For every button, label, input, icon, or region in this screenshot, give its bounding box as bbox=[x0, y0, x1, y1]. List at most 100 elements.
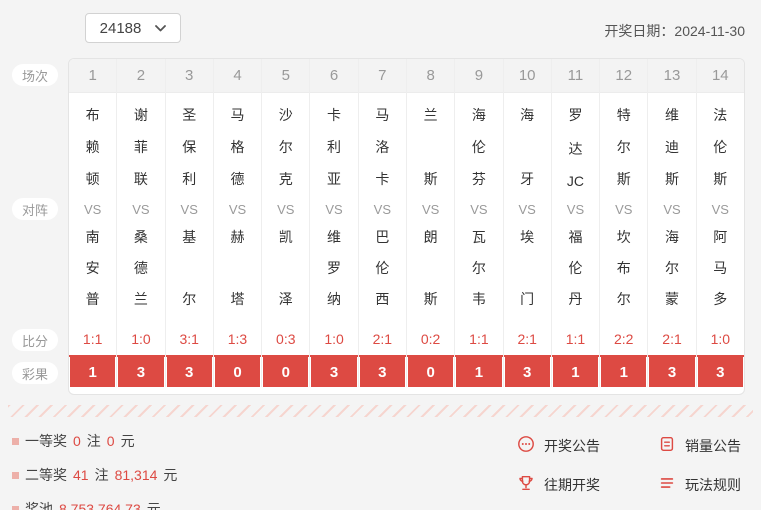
home-team-cell: 卡利亚 bbox=[310, 93, 357, 195]
team-name-char: 法 bbox=[713, 105, 727, 125]
row-label-match-no: 场次 bbox=[12, 64, 58, 86]
team-name-char: 南 bbox=[86, 227, 100, 247]
prize-label: 奖池 bbox=[25, 499, 53, 510]
match-column: 5沙尔克VS凯泽0:30 bbox=[262, 59, 310, 387]
team-name-char: 牙 bbox=[520, 169, 534, 189]
team-name-char: 顿 bbox=[86, 169, 100, 189]
score-cell: 1:1 bbox=[455, 323, 502, 357]
home-team-cell: 马洛卡 bbox=[359, 93, 406, 195]
team-name-char: 兰 bbox=[134, 289, 148, 309]
team-name-char: 尔 bbox=[617, 289, 631, 309]
result-cell: 1 bbox=[553, 357, 598, 387]
vs-cell: VS bbox=[262, 195, 309, 223]
match-number-cell: 12 bbox=[600, 59, 647, 93]
vs-cell: VS bbox=[504, 195, 551, 223]
result-cell: 3 bbox=[505, 357, 550, 387]
team-name-char: 特 bbox=[617, 105, 631, 125]
team-name-char: 德 bbox=[230, 169, 244, 189]
team-name-char: 海 bbox=[520, 105, 534, 125]
match-number-cell: 13 bbox=[648, 59, 695, 93]
home-team-cell: 沙尔克 bbox=[262, 93, 309, 195]
away-team-cell: 瓦尔韦 bbox=[455, 223, 502, 323]
result-cell: 1 bbox=[456, 357, 501, 387]
match-number-cell: 2 bbox=[117, 59, 164, 93]
team-name-char: 马 bbox=[375, 105, 389, 125]
result-cell: 3 bbox=[311, 357, 356, 387]
home-team-cell: 布赖顿 bbox=[69, 93, 116, 195]
result-cell: 3 bbox=[698, 357, 743, 387]
prize-amount: 81,314 bbox=[115, 467, 158, 483]
away-team-cell: 巴伦西 bbox=[359, 223, 406, 323]
team-name-char: 朗 bbox=[424, 227, 438, 247]
team-name-char: 西 bbox=[375, 289, 389, 309]
zigzag-separator bbox=[8, 405, 753, 417]
prize-label: 一等奖 bbox=[25, 431, 67, 451]
team-name-char: 德 bbox=[134, 258, 148, 278]
match-column: 13维迪斯VS海尔蒙2:13 bbox=[648, 59, 696, 387]
footer-link-label: 销量公告 bbox=[685, 436, 741, 456]
score-cell: 2:1 bbox=[648, 323, 695, 357]
away-team-cell: 维罗纳 bbox=[310, 223, 357, 323]
home-team-cell: 谢菲联 bbox=[117, 93, 164, 195]
match-number-cell: 14 bbox=[697, 59, 744, 93]
footer-link-rules[interactable]: 玩法规则 bbox=[658, 474, 741, 495]
match-column: 4马格德VS赫塔1:30 bbox=[214, 59, 262, 387]
draw-date: 开奖日期：2024-11-30 bbox=[604, 21, 745, 41]
team-name-char: 门 bbox=[520, 289, 534, 309]
team-name-char: 达 bbox=[568, 139, 582, 159]
result-cell: 0 bbox=[408, 357, 453, 387]
result-cell: 0 bbox=[263, 357, 308, 387]
match-number-cell: 6 bbox=[310, 59, 357, 93]
home-team-cell: 马格德 bbox=[214, 93, 261, 195]
prize-amount-unit: 元 bbox=[147, 499, 161, 510]
footer-link-announcement[interactable]: 开奖公告 bbox=[517, 435, 600, 456]
team-name-char: 亚 bbox=[327, 169, 341, 189]
away-team-cell: 基尔 bbox=[166, 223, 213, 323]
prize-count-unit: 注 bbox=[95, 465, 109, 485]
prize-amount: 8,753,764.73 bbox=[59, 501, 141, 510]
team-name-char: 赫 bbox=[230, 227, 244, 247]
prize-amount-unit: 元 bbox=[121, 431, 135, 451]
away-team-cell: 福伦丹 bbox=[552, 223, 599, 323]
row-label-rail: 场次 对阵 比分 彩果 bbox=[0, 58, 68, 395]
team-name-char: 埃 bbox=[520, 227, 534, 247]
team-name-char: 布 bbox=[617, 258, 631, 278]
match-column: 2谢菲联VS桑德兰1:03 bbox=[117, 59, 165, 387]
footer-link-trophy[interactable]: 往期开奖 bbox=[517, 474, 600, 495]
chevron-down-icon bbox=[155, 25, 166, 32]
match-column: 7马洛卡VS巴伦西2:13 bbox=[359, 59, 407, 387]
score-cell: 3:1 bbox=[166, 323, 213, 357]
team-name-char: 韦 bbox=[472, 289, 486, 309]
team-name-char: 联 bbox=[134, 169, 148, 189]
team-name-char: 丹 bbox=[568, 289, 582, 309]
bullet-icon bbox=[12, 472, 19, 479]
home-team-cell: 圣保利 bbox=[166, 93, 213, 195]
match-number-cell: 10 bbox=[504, 59, 551, 93]
team-name-char: JC bbox=[567, 173, 584, 189]
away-team-cell: 朗斯 bbox=[407, 223, 454, 323]
match-number-cell: 8 bbox=[407, 59, 454, 93]
footer-link-sales-report[interactable]: 销量公告 bbox=[658, 435, 741, 456]
score-cell: 2:2 bbox=[600, 323, 647, 357]
team-name-char: 罗 bbox=[327, 258, 341, 278]
team-name-char: 塔 bbox=[230, 289, 244, 309]
team-name-char: 斯 bbox=[665, 169, 679, 189]
team-name-char: 凯 bbox=[279, 227, 293, 247]
away-team-cell: 海尔蒙 bbox=[648, 223, 695, 323]
prize-row: 一等奖0注0元 bbox=[12, 431, 183, 451]
topbar: 24188 开奖日期：2024-11-30 bbox=[0, 0, 761, 56]
prize-row: 二等奖41注81,314元 bbox=[12, 465, 183, 485]
team-name-char: 格 bbox=[230, 137, 244, 157]
team-name-char: 利 bbox=[182, 169, 196, 189]
team-name-char: 纳 bbox=[327, 289, 341, 309]
period-select[interactable]: 24188 bbox=[85, 13, 181, 43]
away-team-cell: 阿马多 bbox=[697, 223, 744, 323]
team-name-char: 普 bbox=[86, 289, 100, 309]
team-name-char: 阿 bbox=[713, 227, 727, 247]
vs-cell: VS bbox=[117, 195, 164, 223]
vs-cell: VS bbox=[697, 195, 744, 223]
team-name-char: 斯 bbox=[424, 289, 438, 309]
result-cell: 3 bbox=[118, 357, 163, 387]
team-name-char: 芬 bbox=[472, 169, 486, 189]
result-cell: 1 bbox=[70, 357, 115, 387]
